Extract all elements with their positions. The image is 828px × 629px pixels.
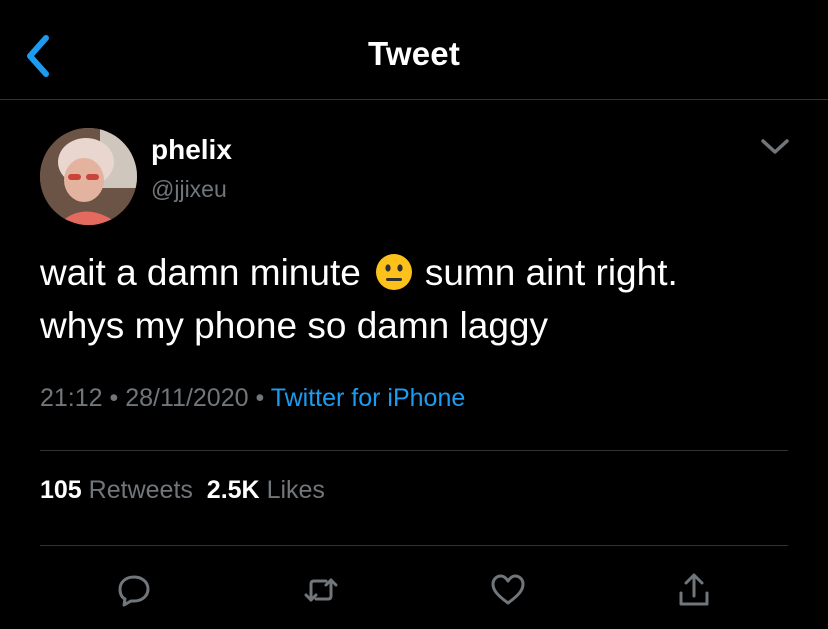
share-icon — [679, 573, 709, 606]
tweet-stats: 105 Retweets 2.5K Likes — [40, 476, 325, 505]
tweet-options-button[interactable] — [755, 132, 795, 162]
reply-icon — [118, 575, 150, 607]
likes-count: 2.5K — [206, 476, 260, 504]
reply-button[interactable] — [112, 568, 156, 612]
tweet-text: wait a damn minute sumn aint right. whys… — [40, 246, 800, 352]
avatar[interactable] — [40, 128, 137, 225]
page-title: Tweet — [367, 35, 461, 72]
divider — [40, 450, 788, 451]
like-button[interactable] — [486, 568, 530, 612]
tweet-metadata: 21:12 • 28/11/2020 • Twitter for iPhone — [40, 384, 465, 413]
heart-icon — [491, 574, 525, 605]
tweet-text-line-1: wait a damn minute sumn aint right. — [40, 246, 800, 299]
tweet-text-line-2: whys my phone so damn laggy — [40, 305, 548, 346]
share-button[interactable] — [672, 568, 716, 612]
divider — [40, 545, 788, 546]
retweets-count: 105 — [40, 476, 82, 504]
tweet-time: 21:12 — [40, 384, 103, 412]
tweet-date: 28/11/2020 — [125, 384, 249, 412]
retweet-button[interactable] — [299, 568, 343, 612]
chevron-down-icon — [761, 139, 789, 154]
retweets-label: Retweets — [88, 476, 193, 504]
author-handle[interactable]: @jjixeu — [151, 176, 227, 203]
tweet-source-link[interactable]: Twitter for iPhone — [271, 384, 466, 412]
author-display-name[interactable]: phelix — [151, 134, 232, 166]
tweet-text-segment: wait a damn minute — [40, 252, 361, 293]
meta-separator: • — [255, 384, 265, 412]
meta-separator: • — [109, 384, 119, 412]
likes-stat[interactable]: 2.5K Likes — [207, 476, 325, 504]
retweets-stat[interactable]: 105 Retweets — [40, 476, 193, 504]
top-bar: Tweet — [0, 0, 828, 100]
avatar-image — [40, 128, 137, 225]
neutral-face-emoji-icon — [375, 254, 412, 290]
tweet-text-segment: sumn aint right. — [424, 252, 678, 293]
likes-label: Likes — [266, 476, 325, 504]
retweet-icon — [304, 578, 338, 602]
